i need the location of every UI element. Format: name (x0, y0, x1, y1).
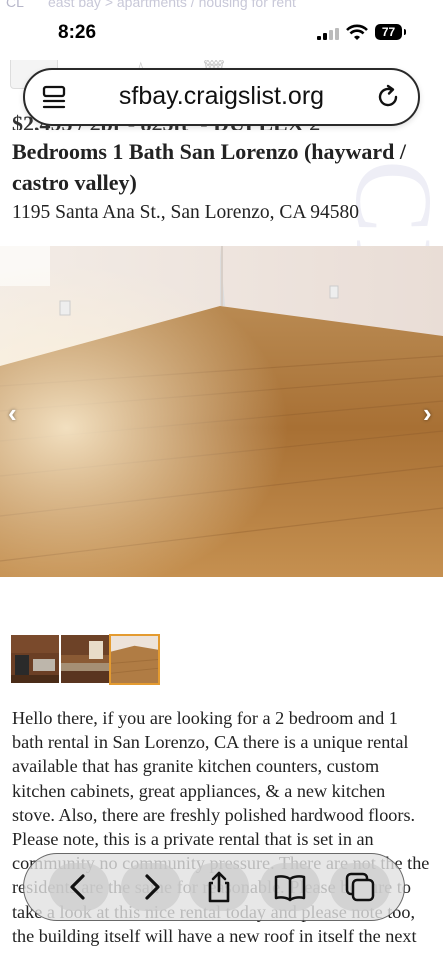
forward-icon (145, 874, 160, 900)
reload-icon[interactable] (374, 83, 402, 111)
share-icon (208, 871, 230, 903)
battery-indicator: 77 (375, 24, 406, 40)
hardwood-floor-image (0, 246, 443, 577)
thumbnail-kitchen-1[interactable] (11, 635, 59, 683)
bookmarks-icon (274, 875, 306, 902)
listing-title-rest: Bedrooms 1 Bath San Lorenzo (hayward / c… (12, 139, 407, 195)
forward-button[interactable] (121, 863, 181, 911)
browser-address-bar[interactable]: sfbay.craigslist.org (23, 68, 420, 126)
breadcrumb: east bay > apartments / housing for rent (48, 0, 296, 10)
url-text[interactable]: sfbay.craigslist.org (25, 82, 418, 111)
thumbnail-kitchen-2[interactable] (61, 635, 109, 683)
status-time: 8:26 (58, 22, 97, 43)
photo-prev-arrow[interactable]: ‹ (8, 398, 17, 429)
listing-photo[interactable] (0, 246, 443, 577)
tabs-button[interactable] (330, 863, 390, 911)
thumbnail-floor-selected[interactable] (109, 634, 160, 685)
photo-next-arrow[interactable]: › (423, 398, 432, 429)
bookmarks-button[interactable] (260, 863, 320, 911)
browser-bottom-toolbar (23, 853, 405, 921)
share-button[interactable] (189, 863, 249, 911)
craigslist-logo: CL (6, 0, 24, 10)
back-icon (70, 874, 85, 900)
page-top-header: CL east bay > apartments / housing for r… (0, 0, 443, 14)
listing-address: 1195 Santa Ana St., San Lorenzo, CA 9458… (12, 202, 360, 223)
wifi-icon (346, 24, 368, 40)
cellular-signal-icon (317, 28, 339, 40)
tabs-icon (345, 872, 375, 902)
back-button[interactable] (49, 863, 109, 911)
